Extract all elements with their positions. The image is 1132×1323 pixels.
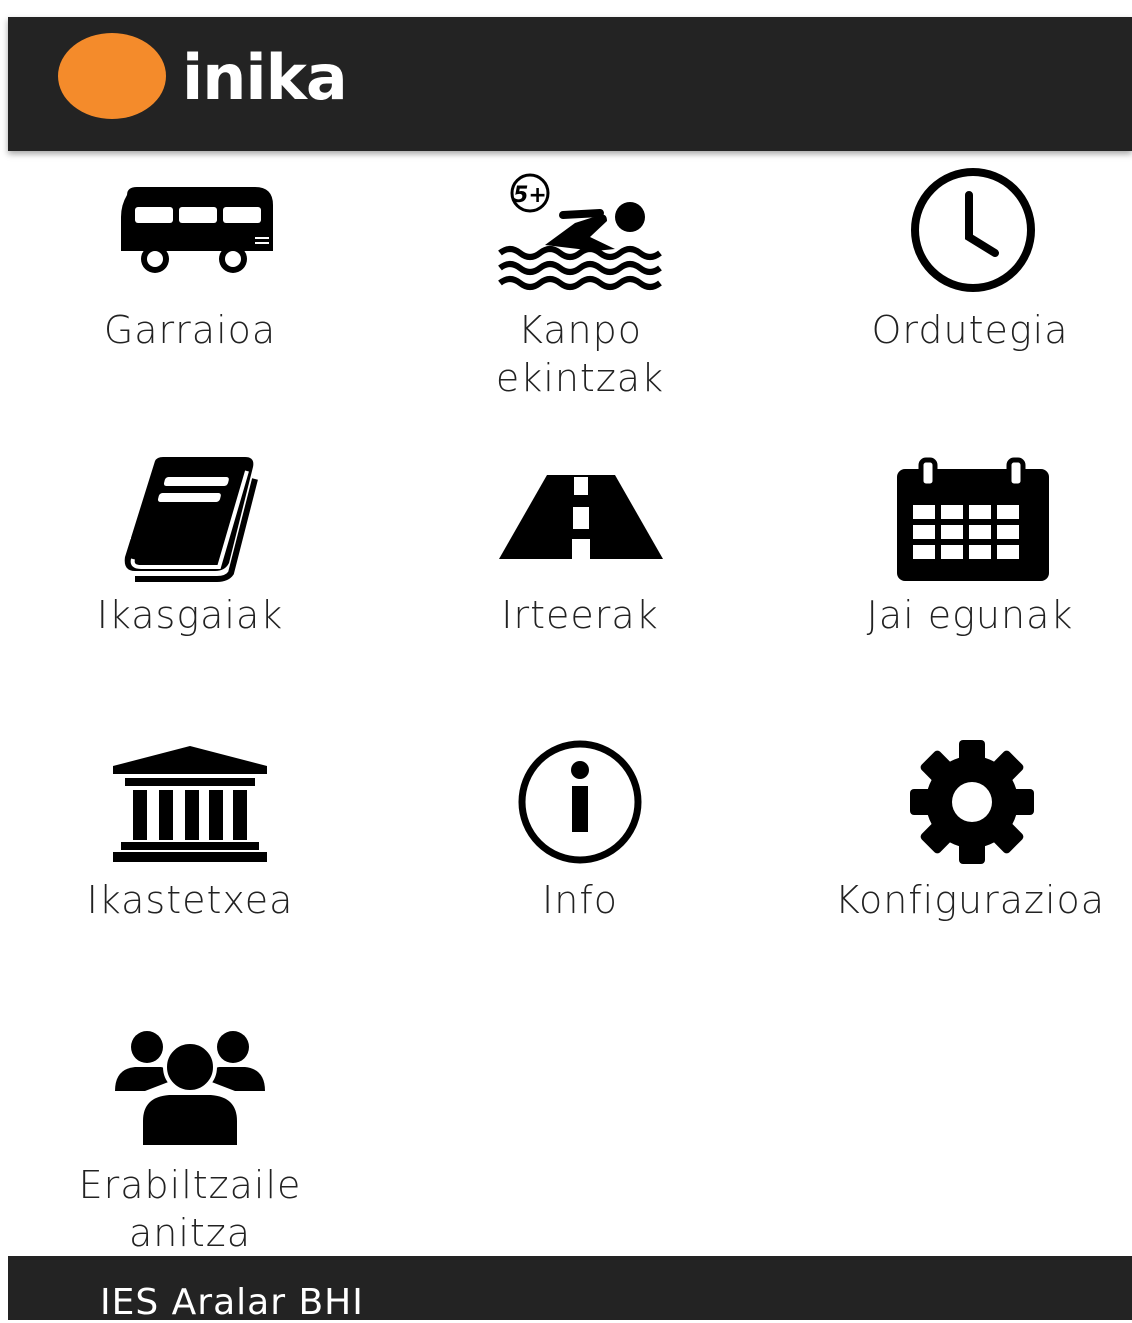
building-icon [105,740,275,870]
calendar-icon [885,455,1055,585]
info-icon [495,740,665,870]
menu-item-label: Jai egunak [866,593,1074,637]
menu-item-irteerak[interactable]: Irteerak [390,450,770,710]
app-footer: IES Aralar BHI [8,1256,1132,1323]
menu-item-label: Ordutegia [871,308,1069,352]
school-name: IES Aralar BHI [100,1282,364,1323]
clock-icon [885,165,1055,295]
menu-item-info[interactable]: Info [390,735,770,995]
menu-item-ikastetxea[interactable]: Ikastetxea [0,735,380,995]
menu-item-label: Konfigurazioa [834,878,1106,922]
menu-item-jai-egunak[interactable]: Jai egunak [780,450,1132,710]
menu-item-label: Erabiltzaile anitza [78,1163,302,1255]
menu-item-label: Garraioa [103,308,277,352]
menu-item-garraioa[interactable]: Garraioa [0,160,380,420]
menu-item-label: Kanpo ekintzak [495,308,665,400]
menu-item-label: Info [542,878,618,922]
app-header: inika [8,17,1132,151]
menu-item-label: Irteerak [501,593,659,637]
book-icon [105,455,275,585]
logo-dot [58,33,166,119]
road-icon [495,455,665,585]
bus-icon [105,165,275,295]
swimmer-icon: 5+ [495,165,665,295]
menu-item-ordutegia[interactable]: Ordutegia [780,160,1132,420]
menu-item-konfigurazioa[interactable]: Konfigurazioa [780,735,1132,995]
svg-text:5+: 5+ [513,183,547,208]
gear-icon [885,740,1055,870]
menu-item-ikasgaiak[interactable]: Ikasgaiak [0,450,380,710]
menu-item-label: Ikastetxea [86,878,294,922]
menu-item-erabiltzaile-anitza[interactable]: Erabiltzaile anitza [0,1020,380,1280]
logo-text: inika [182,41,348,114]
logo: inika [58,31,358,131]
users-icon [105,1025,275,1155]
menu-item-kanpo-ekintzak[interactable]: 5+ Kanpo ekintzak [390,160,770,420]
menu-item-label: Ikasgaiak [96,593,284,637]
